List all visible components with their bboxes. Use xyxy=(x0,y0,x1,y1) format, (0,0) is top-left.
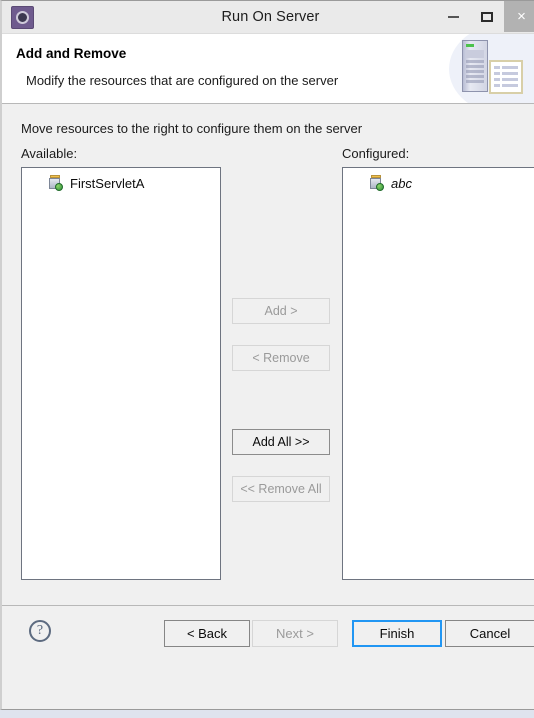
help-icon[interactable]: ? xyxy=(29,620,51,642)
minimize-icon xyxy=(447,15,459,18)
close-icon: × xyxy=(517,8,526,25)
title-bar: Run On Server × xyxy=(2,1,534,34)
wizard-header: Add and Remove Modify the resources that… xyxy=(2,34,534,104)
add-all-button[interactable]: Add All >> xyxy=(232,429,330,455)
list-item[interactable]: abc xyxy=(343,172,534,194)
add-all-button-label: Add All >> xyxy=(252,435,310,449)
dialog-body: Move resources to the right to configure… xyxy=(2,104,534,605)
dialog-footer: ? < Back Next > Finish Cancel xyxy=(2,605,534,672)
available-label: Available: xyxy=(21,146,78,161)
header-artwork xyxy=(449,34,534,103)
configured-list[interactable]: abc xyxy=(342,167,534,580)
list-item-label: FirstServletA xyxy=(70,175,145,191)
add-button[interactable]: Add > xyxy=(232,298,330,324)
document-list-icon xyxy=(489,60,523,94)
run-on-server-dialog: Run On Server × Add and Remove Modify th… xyxy=(0,0,534,710)
finish-button-label: Finish xyxy=(379,626,415,641)
web-module-icon xyxy=(368,175,384,191)
cancel-button-label: Cancel xyxy=(469,626,511,641)
page-title: Add and Remove xyxy=(16,46,127,61)
close-button[interactable]: × xyxy=(504,1,534,32)
back-button[interactable]: < Back xyxy=(164,620,250,647)
remove-all-button-label: << Remove All xyxy=(240,482,322,496)
next-button-label: Next > xyxy=(276,626,314,641)
minimize-button[interactable] xyxy=(436,1,470,32)
server-tower-icon xyxy=(462,40,488,92)
remove-button-label: < Remove xyxy=(252,351,310,365)
instruction-text: Move resources to the right to configure… xyxy=(21,121,363,136)
next-button[interactable]: Next > xyxy=(252,620,338,647)
maximize-button[interactable] xyxy=(470,1,504,32)
list-item-label: abc xyxy=(391,175,412,191)
maximize-icon xyxy=(481,11,493,22)
page-description: Modify the resources that are configured… xyxy=(26,73,339,88)
finish-button[interactable]: Finish xyxy=(352,620,442,647)
remove-button[interactable]: < Remove xyxy=(232,345,330,371)
web-module-icon xyxy=(47,175,63,191)
add-button-label: Add > xyxy=(264,304,298,318)
back-button-label: < Back xyxy=(186,626,228,641)
help-icon-label: ? xyxy=(36,623,44,638)
remove-all-button[interactable]: << Remove All xyxy=(232,476,330,502)
cancel-button[interactable]: Cancel xyxy=(445,620,534,647)
available-list[interactable]: FirstServletA xyxy=(21,167,221,580)
configured-label: Configured: xyxy=(342,146,410,161)
list-item[interactable]: FirstServletA xyxy=(22,172,220,194)
